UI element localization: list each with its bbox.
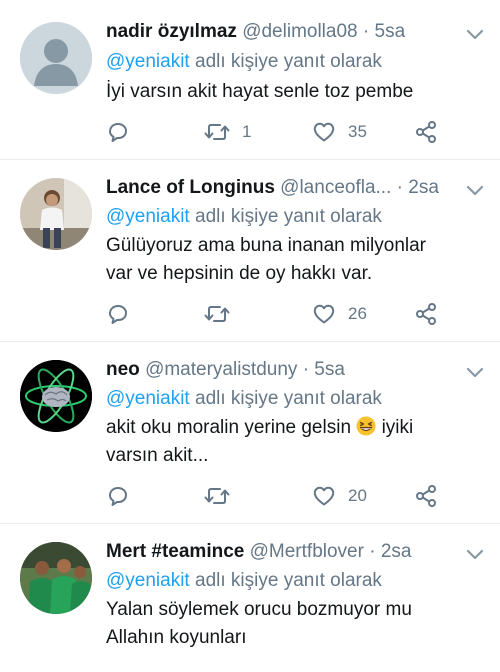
tweet-text-line: Yalan söylemek orucu bozmuyor mu: [106, 599, 412, 620]
retweet-icon: [204, 124, 230, 140]
timestamp[interactable]: 2sa: [408, 177, 439, 198]
football-team-avatar-icon: [20, 542, 92, 614]
reply-suffix: adlı kişiye yanıt olarak: [195, 51, 382, 72]
tweet-4[interactable]: Mert #teamince @Mertfblover · 2sa @yenia…: [0, 524, 500, 672]
reply-context: @yeniakit adlı kişiye yanıt olarak: [106, 569, 382, 593]
avatar[interactable]: [20, 22, 92, 94]
like-button[interactable]: 20: [312, 483, 367, 509]
heart-icon: [313, 486, 335, 506]
retweet-icon: [204, 306, 230, 322]
retweet-icon: [204, 488, 230, 504]
reply-context: @yeniakit adlı kişiye yanıt olarak: [106, 387, 382, 411]
like-button[interactable]: 26: [312, 301, 367, 327]
user-handle[interactable]: @lanceofla...: [280, 177, 391, 198]
tweet-header: nadir özyılmaz @delimolla08 · 5sa: [106, 20, 460, 44]
share-button[interactable]: [414, 119, 438, 145]
tweet-text-line: akit oku moralin yerine gelsin iyiki: [106, 414, 476, 442]
chevron-down-icon[interactable]: [466, 366, 484, 380]
retweet-count: 1: [242, 122, 252, 141]
reply-icon: [109, 305, 127, 324]
avatar[interactable]: [20, 360, 92, 432]
tweet-actions: 20: [106, 483, 446, 509]
display-name[interactable]: Lance of Longinus: [106, 177, 275, 198]
chevron-down-icon[interactable]: [466, 28, 484, 42]
like-count: 26: [348, 304, 367, 323]
heart-icon: [313, 122, 335, 142]
tweet-text-line: var ve hepsinin de oy hakkı var.: [106, 263, 373, 284]
reply-suffix: adlı kişiye yanıt olarak: [195, 206, 382, 227]
reply-icon: [109, 123, 127, 142]
avatar[interactable]: [20, 542, 92, 614]
share-icon: [416, 121, 436, 143]
share-icon: [416, 485, 436, 507]
tweet-feed: nadir özyılmaz @delimolla08 · 5sa @yenia…: [0, 0, 500, 672]
photo-avatar-person-icon: [20, 178, 92, 250]
timestamp[interactable]: 5sa: [375, 21, 406, 42]
reply-button[interactable]: [106, 119, 130, 145]
display-name[interactable]: nadir özyılmaz: [106, 21, 237, 42]
separator-dot: ·: [369, 541, 376, 562]
heart-icon: [313, 304, 335, 324]
reply-context: @yeniakit adlı kişiye yanıt olarak: [106, 205, 382, 229]
tweet-header: Mert #teamince @Mertfblover · 2sa: [106, 540, 460, 564]
tweet-1[interactable]: nadir özyılmaz @delimolla08 · 5sa @yenia…: [0, 0, 500, 160]
user-handle[interactable]: @delimolla08: [242, 21, 357, 42]
timestamp[interactable]: 5sa: [314, 359, 345, 380]
retweet-button[interactable]: [204, 301, 230, 327]
tweet-text: Yalan söylemek orucu bozmuyor mu Allahın…: [106, 596, 476, 652]
like-button[interactable]: 35: [312, 119, 367, 145]
display-name[interactable]: neo: [106, 359, 140, 380]
separator-dot: ·: [362, 21, 370, 42]
tweet-text-line: İyi varsın akit hayat senle toz pembe: [106, 81, 414, 102]
timestamp[interactable]: 2sa: [381, 541, 412, 562]
tweet-header: neo @materyalistduny · 5sa: [106, 358, 460, 382]
tweet-3[interactable]: neo @materyalistduny · 5sa @yeniakit adl…: [0, 342, 500, 524]
default-profile-avatar-icon: [20, 22, 92, 94]
reply-button[interactable]: [106, 301, 130, 327]
like-count: 20: [348, 486, 367, 505]
tweet-text-segment: iyiki: [381, 417, 414, 438]
tweet-text-line: Gülüyoruz ama buna inanan milyonlar: [106, 235, 427, 256]
retweet-button[interactable]: 1: [204, 119, 251, 145]
tweet-text-line: Allahın koyunları: [106, 627, 247, 648]
tweet-text-line: varsın akit...: [106, 445, 209, 466]
reply-mention-link[interactable]: @yeniakit: [106, 206, 190, 227]
tweet-2[interactable]: Lance of Longinus @lanceofla... · 2sa @y…: [0, 160, 500, 342]
reply-button[interactable]: [106, 483, 130, 509]
like-count: 35: [348, 122, 367, 141]
grinning-squinting-face-icon: [356, 416, 376, 436]
tweet-text: İyi varsın akit hayat senle toz pembe: [106, 78, 476, 106]
reply-mention-link[interactable]: @yeniakit: [106, 51, 190, 72]
chevron-down-icon[interactable]: [466, 184, 484, 198]
separator-dot: ·: [396, 177, 403, 198]
reply-context: @yeniakit adlı kişiye yanıt olarak: [106, 50, 382, 74]
reply-mention-link[interactable]: @yeniakit: [106, 388, 190, 409]
tweet-text-segment: akit oku moralin yerine gelsin: [106, 417, 352, 438]
chevron-down-icon[interactable]: [466, 548, 484, 562]
avatar[interactable]: [20, 178, 92, 250]
separator-dot: ·: [302, 359, 310, 380]
tweet-actions: 1 35: [106, 119, 446, 145]
share-icon: [416, 303, 436, 325]
share-button[interactable]: [414, 301, 438, 327]
user-handle[interactable]: @materyalistduny: [145, 359, 297, 380]
user-handle[interactable]: @Mertfblover: [250, 541, 364, 562]
tweet-text: akit oku moralin yerine gelsin iyiki var…: [106, 414, 476, 470]
reply-mention-link[interactable]: @yeniakit: [106, 570, 190, 591]
reply-icon: [109, 487, 127, 506]
reply-suffix: adlı kişiye yanıt olarak: [195, 570, 382, 591]
tweet-header: Lance of Longinus @lanceofla... · 2sa: [106, 176, 460, 200]
share-button[interactable]: [414, 483, 438, 509]
retweet-button[interactable]: [204, 483, 230, 509]
tweet-text: Gülüyoruz ama buna inanan milyonlar var …: [106, 232, 476, 288]
display-name[interactable]: Mert #teamince: [106, 541, 244, 562]
reply-suffix: adlı kişiye yanıt olarak: [195, 388, 382, 409]
brain-atom-avatar-icon: [20, 360, 92, 432]
tweet-actions: 26: [106, 301, 446, 327]
